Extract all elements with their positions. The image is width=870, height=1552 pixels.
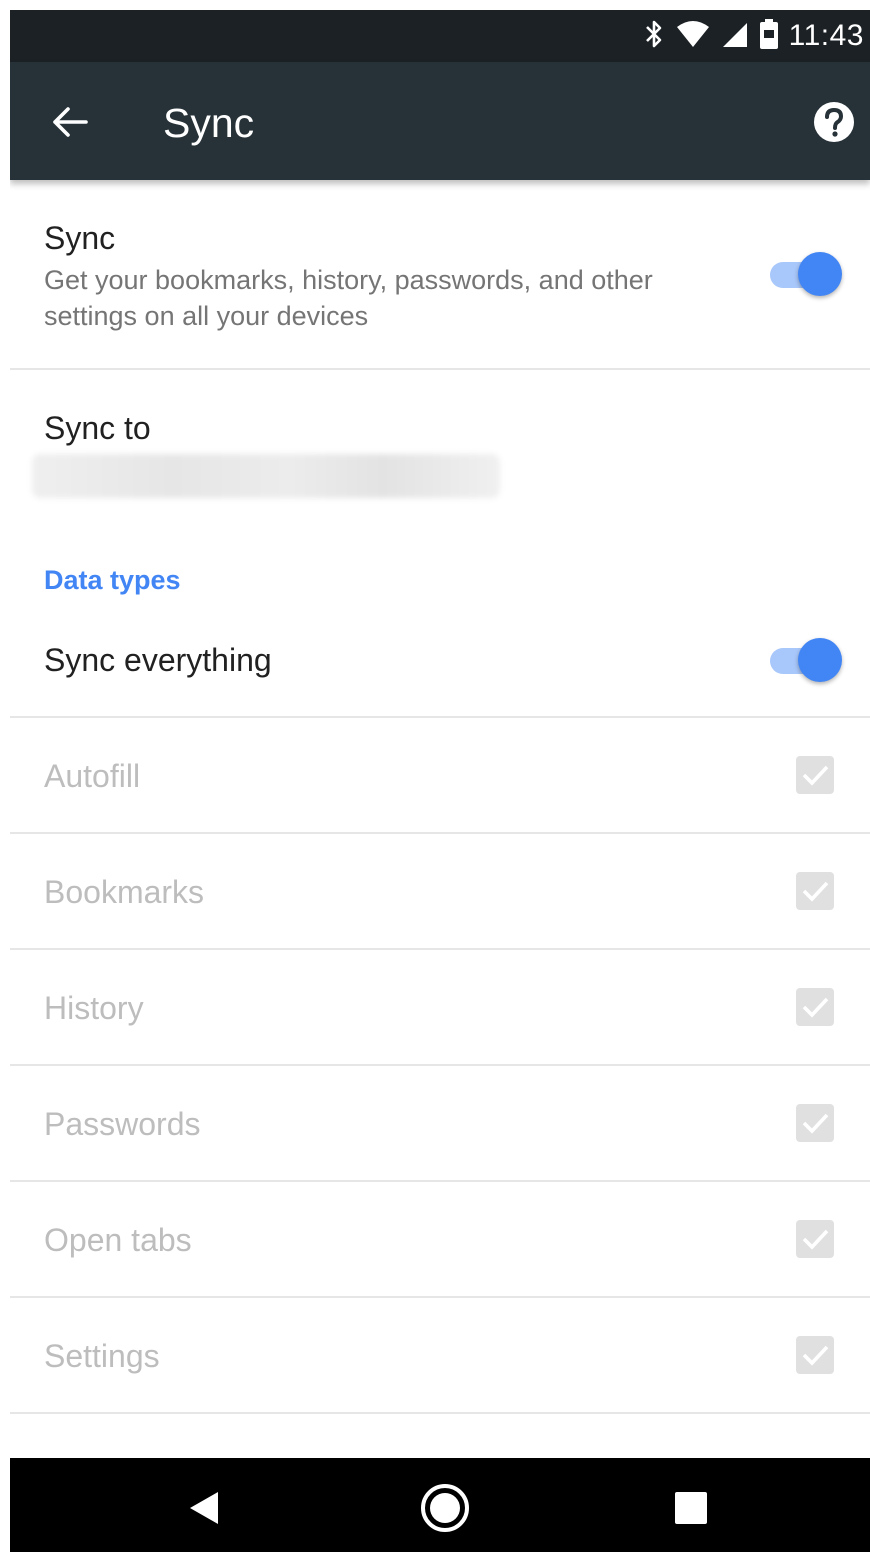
home-circle-icon[interactable] xyxy=(417,1480,473,1536)
data-type-row-history[interactable]: History xyxy=(10,950,870,1064)
checkbox-settings[interactable] xyxy=(796,1336,834,1374)
arrow-left-icon[interactable] xyxy=(48,100,92,144)
data-type-label: Autofill xyxy=(44,758,141,794)
checkbox-passwords[interactable] xyxy=(796,1104,834,1142)
data-type-label: Settings xyxy=(44,1338,160,1374)
bluetooth-icon xyxy=(643,19,665,54)
sync-title: Sync xyxy=(44,220,116,256)
signal-icon xyxy=(721,19,749,54)
sync-to-row[interactable]: Sync to xyxy=(10,370,870,520)
divider xyxy=(10,1412,870,1414)
checkbox-autofill[interactable] xyxy=(796,756,834,794)
data-type-label: Passwords xyxy=(44,1106,201,1142)
screen: 11:43 Sync Sync Get your bookmarks, hist… xyxy=(10,0,870,1552)
data-type-label: Open tabs xyxy=(44,1222,192,1258)
sync-everything-label: Sync everything xyxy=(44,642,272,678)
checkbox-open-tabs[interactable] xyxy=(796,1220,834,1258)
battery-icon xyxy=(759,18,779,55)
status-time: 11:43 xyxy=(788,19,864,52)
wifi-icon xyxy=(675,19,711,54)
sync-toggle[interactable] xyxy=(770,252,842,296)
checkbox-bookmarks[interactable] xyxy=(796,872,834,910)
system-nav-bar xyxy=(10,1458,870,1552)
checkbox-history[interactable] xyxy=(796,988,834,1026)
data-type-row-passwords[interactable]: Passwords xyxy=(10,1066,870,1180)
data-type-row-bookmarks[interactable]: Bookmarks xyxy=(10,834,870,948)
account-email-redacted xyxy=(32,454,500,498)
recents-square-icon[interactable] xyxy=(663,1480,719,1536)
sync-everything-toggle[interactable] xyxy=(770,638,842,682)
sync-everything-toggle-thumb xyxy=(798,638,842,682)
back-triangle-icon[interactable] xyxy=(176,1480,232,1536)
app-bar: Sync xyxy=(10,62,870,180)
data-type-label: History xyxy=(44,990,144,1026)
status-bar: 11:43 xyxy=(10,10,870,62)
status-icons: 11:43 xyxy=(643,10,864,62)
sync-to-title: Sync to xyxy=(44,410,151,446)
help-circle-icon[interactable] xyxy=(812,100,856,144)
sync-toggle-thumb xyxy=(798,252,842,296)
sync-row[interactable]: Sync Get your bookmarks, history, passwo… xyxy=(10,180,870,368)
section-header-data-types: Data types xyxy=(44,565,181,595)
data-type-label: Bookmarks xyxy=(44,874,205,910)
data-type-row-autofill[interactable]: Autofill xyxy=(10,718,870,832)
page-title: Sync xyxy=(163,100,255,146)
data-type-row-settings[interactable]: Settings xyxy=(10,1298,870,1412)
sync-description: Get your bookmarks, history, passwords, … xyxy=(44,265,653,331)
data-type-row-open-tabs[interactable]: Open tabs xyxy=(10,1182,870,1296)
sync-everything-row[interactable]: Sync everything xyxy=(10,620,870,716)
